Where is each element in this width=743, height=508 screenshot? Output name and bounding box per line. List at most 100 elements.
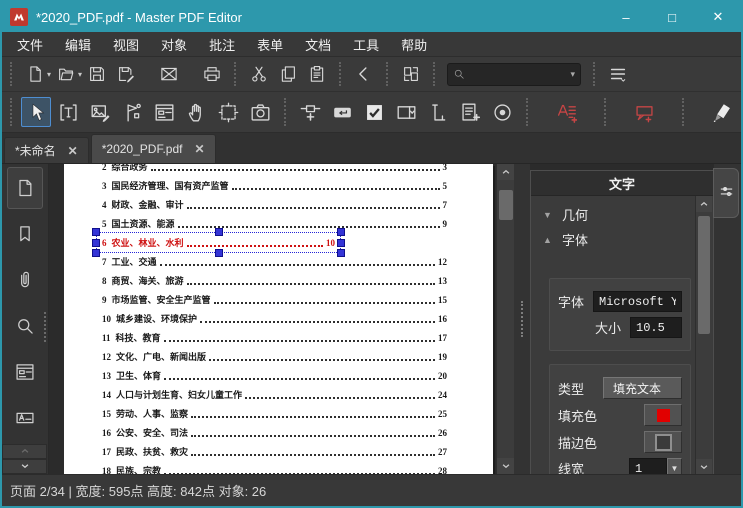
eraser-button[interactable] bbox=[707, 97, 737, 127]
panel-scrollbar-thumb[interactable] bbox=[698, 216, 710, 334]
toc-row[interactable]: 5 国土资源、能源 9 bbox=[102, 214, 447, 233]
text-type-dropdown[interactable]: 填充文本 bbox=[603, 377, 682, 399]
panel-scroll-up-button[interactable] bbox=[696, 196, 712, 212]
paste-button[interactable] bbox=[303, 61, 330, 87]
sidebar-scroll-up-button[interactable] bbox=[2, 444, 47, 459]
organize-pages-button[interactable] bbox=[397, 61, 424, 87]
stroke-color-button[interactable] bbox=[644, 431, 682, 453]
sidebar-button-page-thumbnails[interactable] bbox=[7, 167, 43, 209]
tab-close-icon[interactable]: ✕ bbox=[68, 144, 78, 158]
toc-row[interactable]: 10 城乡建设、环境保护 16 bbox=[102, 309, 447, 328]
font-size-input[interactable] bbox=[630, 317, 682, 338]
back-button[interactable] bbox=[350, 61, 377, 87]
menu-item[interactable]: 表单 bbox=[246, 35, 294, 54]
combo-box-button[interactable] bbox=[391, 97, 421, 127]
new-document-button[interactable] bbox=[21, 61, 48, 87]
sidebar-splitter[interactable] bbox=[44, 312, 46, 342]
edit-text-button[interactable] bbox=[53, 97, 83, 127]
toc-row-selected[interactable]: 6 农业、林业、水利 10 bbox=[92, 228, 447, 257]
menu-item[interactable]: 对象 bbox=[150, 35, 198, 54]
selection-handle[interactable] bbox=[92, 238, 100, 247]
cut-button[interactable] bbox=[245, 61, 272, 87]
sidebar-scroll-down-button[interactable] bbox=[2, 459, 47, 474]
doc-scrollbar-thumb[interactable] bbox=[499, 190, 513, 220]
open-folder-button[interactable] bbox=[52, 61, 79, 87]
toc-row[interactable]: 3 国民经济管理、国有资产监管 5 bbox=[102, 176, 447, 195]
toc-row[interactable]: 16 公安、安全、司法 26 bbox=[102, 423, 447, 442]
toc-row[interactable]: 13 卫生、体育 20 bbox=[102, 366, 447, 385]
save-button[interactable] bbox=[83, 61, 110, 87]
menu-item[interactable]: 批注 bbox=[198, 35, 246, 54]
print-button[interactable] bbox=[198, 61, 225, 87]
line-width-input[interactable] bbox=[629, 458, 667, 474]
measure-button[interactable] bbox=[423, 97, 453, 127]
selection-handle[interactable] bbox=[92, 228, 100, 236]
callout-button[interactable] bbox=[629, 97, 659, 127]
panel-splitter[interactable] bbox=[514, 164, 530, 474]
toc-row[interactable]: 4 财政、金融、审计 7 bbox=[102, 195, 447, 214]
check-box-button[interactable] bbox=[359, 97, 389, 127]
doc-scroll-up-button[interactable] bbox=[497, 164, 515, 180]
dropdown-caret-icon[interactable]: ▾ bbox=[78, 70, 82, 79]
toc-row[interactable]: 14 人口与计划生育、妇女儿童工作 24 bbox=[102, 385, 447, 404]
toc-row[interactable]: 17 民政、扶贫、救灾 27 bbox=[102, 442, 447, 461]
toc-row[interactable]: 2 综合政务 3 bbox=[102, 164, 447, 176]
document-tab[interactable]: *未命名 ✕ bbox=[4, 137, 89, 163]
radio-button-button[interactable] bbox=[487, 97, 517, 127]
menu-item[interactable]: 帮助 bbox=[390, 35, 438, 54]
edit-image-button[interactable] bbox=[85, 97, 115, 127]
snapshot-button[interactable] bbox=[245, 97, 275, 127]
menu-item[interactable]: 文件 bbox=[6, 35, 54, 54]
close-button[interactable]: ✕ bbox=[695, 2, 741, 32]
font-name-input[interactable] bbox=[593, 291, 682, 312]
menu-item[interactable]: 视图 bbox=[102, 35, 150, 54]
toc-row[interactable]: 7 工业、交通 12 bbox=[102, 252, 447, 271]
sidebar-button-bookmarks[interactable] bbox=[7, 213, 43, 255]
toc-row[interactable]: 9 市场监管、安全生产监管 15 bbox=[102, 290, 447, 309]
copy-button[interactable] bbox=[274, 61, 301, 87]
tab-close-icon[interactable]: ✕ bbox=[194, 142, 204, 156]
menu-item[interactable]: 工具 bbox=[342, 35, 390, 54]
menu-item[interactable]: 文档 bbox=[294, 35, 342, 54]
list-box-button[interactable] bbox=[455, 97, 485, 127]
toc-row[interactable]: 11 科技、教育 17 bbox=[102, 328, 447, 347]
toc-row[interactable]: 8 商贸、海关、旅游 13 bbox=[102, 271, 447, 290]
menu-item[interactable]: 编辑 bbox=[54, 35, 102, 54]
text-field-button[interactable] bbox=[327, 97, 357, 127]
sidebar-button-signature[interactable] bbox=[7, 397, 43, 439]
dropdown-caret-icon[interactable]: ▾ bbox=[47, 70, 51, 79]
panel-scroll-down-button[interactable] bbox=[696, 459, 712, 474]
selection-handle[interactable] bbox=[337, 249, 345, 257]
selection-handle[interactable] bbox=[214, 249, 223, 257]
toc-row[interactable]: 15 劳动、人事、监察 25 bbox=[102, 404, 447, 423]
menu-button[interactable] bbox=[604, 61, 631, 87]
selection-handle[interactable] bbox=[214, 228, 223, 236]
edit-path-button[interactable] bbox=[117, 97, 147, 127]
maximize-button[interactable]: □ bbox=[649, 2, 695, 32]
selection-handle[interactable] bbox=[337, 238, 345, 247]
annotate-text-button[interactable] bbox=[551, 97, 581, 127]
sidebar-button-attachments[interactable] bbox=[7, 259, 43, 301]
fill-color-button[interactable] bbox=[644, 404, 682, 426]
sidebar-button-search[interactable] bbox=[7, 305, 43, 347]
selection-handle[interactable] bbox=[337, 228, 345, 236]
email-button[interactable] bbox=[155, 61, 182, 87]
section-font[interactable]: ▲ 字体 bbox=[543, 227, 691, 252]
properties-tab-button[interactable] bbox=[713, 168, 739, 218]
toc-row[interactable]: 18 民族、宗教 28 bbox=[102, 461, 447, 474]
save-as-button[interactable] bbox=[112, 61, 139, 87]
doc-scrollbar[interactable] bbox=[496, 164, 515, 474]
doc-scroll-down-button[interactable] bbox=[497, 458, 515, 474]
line-width-spinner[interactable]: ▼ bbox=[667, 458, 682, 474]
edit-forms-button[interactable] bbox=[149, 97, 179, 127]
minimize-button[interactable]: – bbox=[603, 2, 649, 32]
panel-scrollbar[interactable] bbox=[695, 196, 712, 474]
search-dropdown-icon[interactable]: ▾ bbox=[571, 69, 576, 80]
crop-button[interactable] bbox=[213, 97, 243, 127]
search-input[interactable] bbox=[465, 67, 571, 81]
selection-handle[interactable] bbox=[92, 249, 100, 257]
add-link-button[interactable] bbox=[295, 97, 325, 127]
select-arrow-button[interactable] bbox=[21, 97, 51, 127]
toc-row[interactable]: 12 文化、广电、新闻出版 19 bbox=[102, 347, 447, 366]
sidebar-button-form-fields[interactable] bbox=[7, 351, 43, 393]
